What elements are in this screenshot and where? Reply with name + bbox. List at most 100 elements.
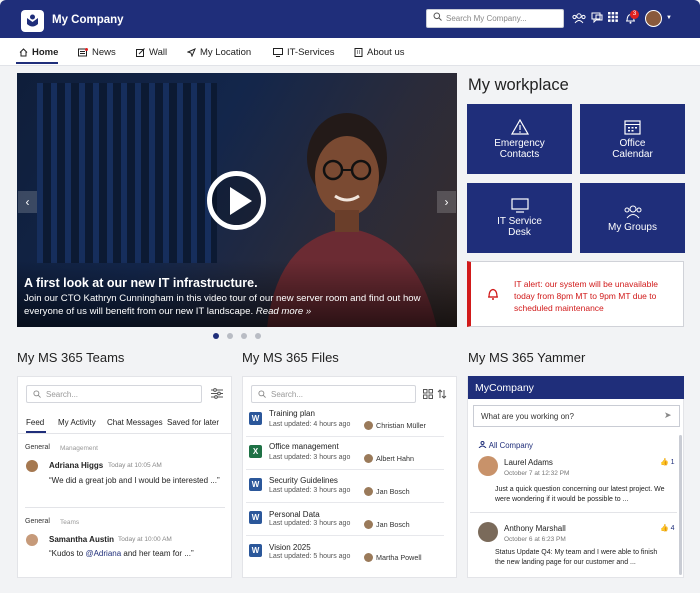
all-company-label: All Company bbox=[488, 441, 533, 450]
company-logo-icon[interactable] bbox=[21, 10, 44, 32]
apps-grid-icon[interactable] bbox=[608, 12, 618, 22]
read-more-link[interactable]: Read more » bbox=[256, 306, 311, 317]
mention-link[interactable]: @Adriana bbox=[85, 549, 121, 558]
nav-item-location[interactable]: My Location bbox=[187, 47, 251, 58]
carousel-dot[interactable] bbox=[213, 333, 219, 339]
group-icon bbox=[624, 205, 641, 218]
tile-label: Calendar bbox=[612, 148, 653, 160]
tab-chat-messages[interactable]: Chat Messages bbox=[107, 418, 163, 427]
nav-item-it-services[interactable]: IT-Services bbox=[273, 47, 335, 58]
file-name[interactable]: Security Guidelines bbox=[269, 476, 338, 485]
tile-office-calendar[interactable]: Office Calendar bbox=[580, 104, 685, 174]
post-author[interactable]: Laurel Adams bbox=[504, 458, 553, 467]
nav-item-home[interactable]: Home bbox=[19, 47, 58, 58]
post-author[interactable]: Anthony Marshall bbox=[504, 524, 566, 533]
company-name[interactable]: My Company bbox=[52, 14, 124, 26]
yammer-title: My MS 365 Yammer bbox=[468, 350, 586, 365]
post-time: Today at 10:00 AM bbox=[118, 536, 172, 543]
group-icon bbox=[478, 441, 487, 449]
chat-icon[interactable] bbox=[591, 12, 603, 23]
user-avatar[interactable] bbox=[645, 10, 662, 27]
search-icon bbox=[433, 12, 442, 21]
carousel-dot[interactable] bbox=[227, 333, 233, 339]
tile-it-service-desk[interactable]: IT Service Desk bbox=[467, 183, 572, 253]
chevron-down-icon[interactable]: ▼ bbox=[666, 15, 672, 21]
post-author[interactable]: Samantha Austin bbox=[49, 535, 114, 544]
post-channel: Teams bbox=[60, 519, 80, 526]
post-author[interactable]: Adriana Higgs bbox=[49, 461, 103, 470]
nav-item-news[interactable]: News bbox=[78, 47, 116, 58]
hero-description: Join our CTO Kathryn Cunningham in this … bbox=[24, 293, 421, 317]
nav-label: Wall bbox=[149, 47, 168, 58]
post-text[interactable]: “We did a great job and I would be inter… bbox=[49, 476, 220, 485]
avatar bbox=[26, 460, 38, 472]
file-author: Christian Müller bbox=[376, 421, 426, 430]
filter-settings-icon[interactable] bbox=[211, 388, 223, 399]
nav-label: News bbox=[92, 47, 116, 58]
post-text[interactable]: Status Update Q4: My team and I were abl… bbox=[495, 548, 665, 568]
all-company-link[interactable]: All Company bbox=[478, 441, 533, 450]
nav-item-about[interactable]: About us bbox=[354, 47, 405, 58]
post-date: October 7 at 12:32 PM bbox=[504, 470, 570, 477]
avatar bbox=[478, 456, 498, 476]
carousel-dot[interactable] bbox=[255, 333, 261, 339]
send-icon[interactable]: ➤ bbox=[664, 410, 672, 421]
chevron-left-icon[interactable]: ‹ bbox=[18, 191, 37, 213]
tile-label: Emergency bbox=[494, 137, 545, 149]
input-placeholder: What are you working on? bbox=[481, 412, 574, 421]
post-team: General bbox=[25, 444, 50, 451]
bell-alert-icon bbox=[488, 288, 498, 300]
file-name[interactable]: Office management bbox=[269, 442, 339, 451]
edit-icon bbox=[136, 48, 145, 57]
search-placeholder: Search... bbox=[271, 390, 304, 399]
post-text[interactable]: “Kudos to @Adriana and her team for ...” bbox=[49, 549, 194, 558]
hero-text: Join our CTO Kathryn Cunningham in this … bbox=[24, 292, 434, 318]
carousel-dot[interactable] bbox=[241, 333, 247, 339]
word-file-icon: W bbox=[249, 412, 262, 425]
like-button[interactable]: 👍 4 bbox=[660, 524, 675, 532]
tile-label: Contacts bbox=[499, 148, 540, 160]
hero-background bbox=[37, 83, 217, 263]
nav-item-wall[interactable]: Wall bbox=[136, 47, 167, 58]
sort-icon[interactable] bbox=[437, 389, 447, 399]
excel-file-icon: X bbox=[249, 445, 262, 458]
avatar bbox=[478, 522, 498, 542]
tile-label: Desk bbox=[508, 227, 531, 238]
file-name[interactable]: Vision 2025 bbox=[269, 543, 311, 552]
search-placeholder: Search... bbox=[46, 390, 79, 399]
tab-my-activity[interactable]: My Activity bbox=[58, 418, 96, 427]
file-meta: Last updated: 3 hours ago bbox=[269, 520, 351, 527]
like-button[interactable]: 👍 1 bbox=[660, 458, 675, 466]
community-icon[interactable] bbox=[572, 12, 586, 24]
tile-my-groups[interactable]: My Groups bbox=[580, 183, 685, 253]
home-icon bbox=[19, 48, 28, 57]
scrollbar[interactable] bbox=[679, 435, 682, 575]
play-icon bbox=[230, 187, 252, 215]
avatar bbox=[364, 421, 373, 430]
monitor-icon bbox=[273, 48, 283, 57]
file-author: Albert Hahn bbox=[376, 454, 414, 463]
file-name[interactable]: Personal Data bbox=[269, 510, 320, 519]
file-meta: Last updated: 5 hours ago bbox=[269, 553, 351, 560]
tab-saved-for-later[interactable]: Saved for later bbox=[167, 418, 219, 427]
nav-label: Home bbox=[32, 47, 59, 58]
grid-view-icon[interactable] bbox=[423, 389, 433, 399]
location-icon bbox=[187, 48, 196, 57]
tab-feed[interactable]: Feed bbox=[26, 418, 44, 427]
warning-icon bbox=[510, 118, 529, 135]
search-placeholder: Search My Company... bbox=[446, 14, 527, 23]
yammer-community[interactable]: MyCompany bbox=[475, 382, 534, 394]
calendar-icon bbox=[624, 119, 641, 135]
alert-text: IT alert: our system will be unavailable… bbox=[514, 279, 658, 313]
word-file-icon: W bbox=[249, 544, 262, 557]
like-count: 1 bbox=[670, 459, 675, 466]
tile-emergency-contacts[interactable]: Emergency Contacts bbox=[467, 104, 572, 174]
notification-badge: 3 bbox=[630, 10, 639, 19]
post-text[interactable]: Just a quick question concerning our lat… bbox=[495, 485, 665, 505]
chevron-right-icon[interactable]: › bbox=[437, 191, 456, 213]
tile-label: Office bbox=[619, 137, 646, 149]
file-name[interactable]: Training plan bbox=[269, 409, 315, 418]
nav-label: My Location bbox=[200, 47, 252, 58]
avatar bbox=[364, 553, 373, 562]
file-meta: Last updated: 3 hours ago bbox=[269, 454, 351, 461]
